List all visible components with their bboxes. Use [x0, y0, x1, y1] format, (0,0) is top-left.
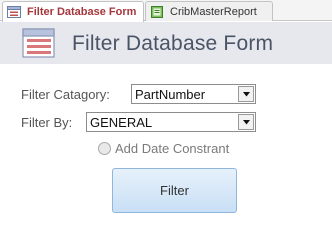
filter-category-select[interactable]: PartNumber: [131, 84, 256, 104]
tab-label: CribMasterReport: [170, 5, 257, 18]
filter-by-value: GENERAL: [90, 115, 153, 130]
date-constraint-label: Add Date Constrant: [115, 141, 230, 156]
tab-cribmasterreport[interactable]: CribMasterReport: [145, 1, 273, 21]
form-icon: [22, 28, 55, 58]
filter-by-label: Filter By:: [21, 115, 73, 130]
document-tab-bar: Filter Database Form CribMasterReport: [0, 0, 332, 22]
dropdown-button[interactable]: [238, 114, 254, 130]
chevron-down-icon: [243, 120, 250, 125]
date-constraint-radio[interactable]: [98, 142, 111, 155]
chevron-down-icon: [243, 92, 250, 97]
report-icon: [151, 5, 163, 18]
filter-by-select[interactable]: GENERAL: [86, 112, 256, 132]
form-icon: [7, 6, 21, 18]
dropdown-button[interactable]: [238, 86, 254, 102]
date-constraint-option[interactable]: Add Date Constrant: [98, 141, 229, 156]
form-header: Filter Database Form: [0, 22, 332, 64]
filter-category-value: PartNumber: [135, 87, 206, 102]
page-title: Filter Database Form: [72, 32, 274, 55]
filter-button[interactable]: Filter: [112, 168, 237, 213]
filter-category-label: Filter Catagory:: [21, 87, 110, 102]
tab-filter-database-form[interactable]: Filter Database Form: [2, 1, 144, 22]
tab-label: Filter Database Form: [27, 6, 137, 18]
